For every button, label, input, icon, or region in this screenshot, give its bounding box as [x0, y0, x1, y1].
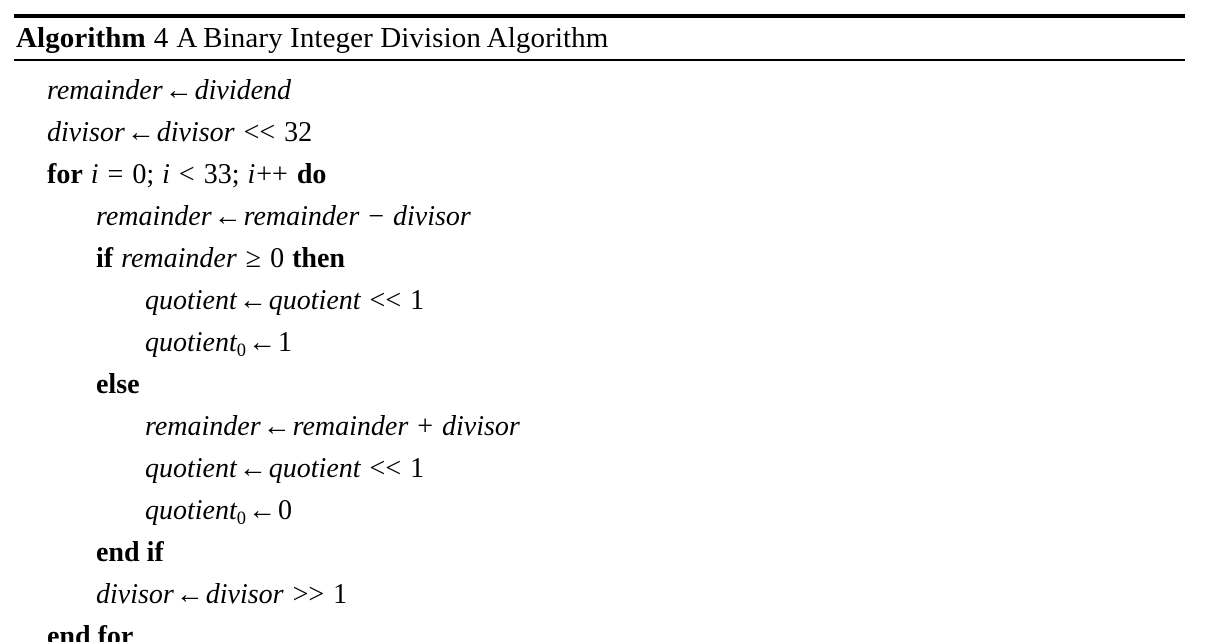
token-number: 1: [333, 579, 348, 610]
algorithm-figure-page: Algorithm 4 A Binary Integer Division Algo…: [0, 0, 1213, 642]
token-identifier: remainder: [96, 201, 212, 232]
token-identifier: divisor: [205, 579, 284, 610]
token-identifier: dividend: [194, 75, 292, 106]
algorithm-line-3: for i = 0; i <33; i++ do: [14, 154, 1185, 196]
token-identifier: divisor: [442, 411, 520, 442]
assign-arrow-icon: ←: [164, 75, 193, 106]
token-operator: +: [417, 411, 434, 442]
token-identifier: remainder: [243, 201, 360, 232]
keyword-else: else: [96, 369, 140, 400]
keyword-for: for: [47, 159, 83, 190]
token-number: 1: [278, 327, 292, 358]
token-number: 32: [284, 117, 313, 148]
token-operator: <: [178, 159, 195, 190]
algorithm-line-10: quotient←quotient << 1: [14, 448, 1185, 490]
assign-arrow-icon: ←: [213, 201, 242, 232]
algorithm-line-1: remainder←dividend: [14, 70, 1185, 112]
assign-arrow-icon: ←: [262, 411, 291, 442]
token-identifier: divisor: [393, 201, 471, 232]
token-identifier: quotient: [145, 327, 237, 358]
keyword-if: if: [96, 243, 114, 274]
token-identifier: quotient: [145, 285, 237, 316]
token-identifier: remainder: [145, 411, 261, 442]
token-identifier: i: [162, 159, 170, 190]
assign-arrow-icon: ←: [238, 453, 267, 484]
algorithm-line-8: else: [14, 364, 1185, 406]
token-number: 0: [278, 495, 292, 526]
assign-arrow-icon: ←: [248, 327, 276, 358]
assign-arrow-icon: ←: [175, 579, 204, 610]
token-identifier: remainder: [47, 75, 163, 106]
token-identifier: divisor: [96, 579, 174, 610]
algorithm-line-11: quotient0←0: [14, 490, 1185, 532]
token-identifier: remainder: [292, 411, 409, 442]
caption-number: 4: [153, 22, 169, 54]
token-operator: <<: [369, 285, 402, 316]
token-number: 1: [410, 453, 425, 484]
algorithm-line-6: quotient←quotient << 1: [14, 280, 1185, 322]
token-identifier: divisor: [156, 117, 235, 148]
token-operator-gte: ≥: [245, 243, 262, 274]
assign-arrow-icon: ←: [238, 285, 267, 316]
token-operator: −: [368, 201, 385, 232]
algorithm-line-5: if remainder ≥0 then: [14, 238, 1185, 280]
assign-arrow-icon: ←: [126, 117, 155, 148]
algorithm-line-12: end if: [14, 532, 1185, 574]
algorithm-caption: Algorithm 4 A Binary Integer Division Algo…: [14, 18, 1185, 59]
token-identifier: quotient: [145, 453, 237, 484]
token-identifier: i: [90, 159, 99, 190]
token-operator: <<: [369, 453, 402, 484]
token-number: 1: [410, 285, 425, 316]
algorithm-body: remainder←dividend divisor←divisor << 32 f…: [14, 61, 1185, 642]
algorithm-float: Algorithm 4 A Binary Integer Division Algo…: [14, 14, 1185, 642]
token-identifier: remainder: [121, 243, 237, 274]
token-subscript: 0: [236, 340, 246, 361]
algorithm-line-9: remainder←remainder + divisor: [14, 406, 1185, 448]
algorithm-line-7: quotient0←1: [14, 322, 1185, 364]
algorithm-line-2: divisor←divisor << 32: [14, 112, 1185, 154]
token-number: 0;: [132, 159, 155, 190]
keyword-end-for: end for: [47, 621, 134, 642]
token-operator: >>: [292, 579, 325, 610]
token-identifier: divisor: [47, 117, 125, 148]
token-operator: <<: [243, 117, 276, 148]
caption-title: A Binary Integer Division Algorithm: [176, 22, 609, 54]
token-number: 0: [270, 243, 285, 274]
token-operator: ++: [256, 159, 288, 190]
token-number: 33;: [203, 159, 240, 190]
algorithm-line-14: end for: [14, 616, 1185, 642]
token-identifier: quotient: [145, 495, 237, 526]
algorithm-line-13: divisor←divisor >> 1: [14, 574, 1185, 616]
token-operator: =: [107, 159, 124, 190]
token-subscript: 0: [236, 508, 246, 529]
assign-arrow-icon: ←: [248, 495, 276, 526]
token-identifier: quotient: [268, 285, 361, 316]
keyword-do: do: [296, 159, 327, 190]
keyword-then: then: [292, 243, 345, 274]
algorithm-line-4: remainder←remainder − divisor: [14, 196, 1185, 238]
keyword-end-if: end if: [96, 537, 164, 568]
token-identifier: quotient: [268, 453, 361, 484]
caption-keyword: Algorithm: [16, 22, 146, 54]
